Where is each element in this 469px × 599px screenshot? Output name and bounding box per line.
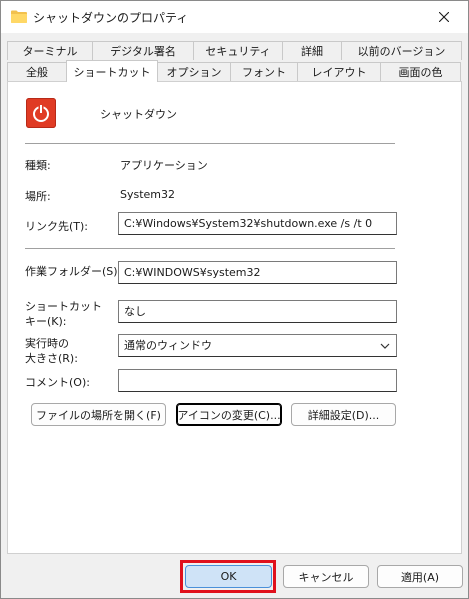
open-file-location-button[interactable]: ファイルの場所を開く(F) [31, 403, 166, 426]
advanced-button[interactable]: 詳細設定(D)... [291, 403, 396, 426]
shortcut-name: シャットダウン [100, 108, 177, 121]
power-icon [26, 98, 56, 128]
target-input[interactable]: C:¥Windows¥System32¥shutdown.exe /s /t 0 [118, 212, 397, 235]
tab-digital-signature[interactable]: デジタル署名 [92, 41, 194, 60]
tab-options[interactable]: オプション [157, 62, 231, 81]
tab-label: 画面の色 [398, 66, 443, 79]
type-label: 種類: [25, 159, 51, 172]
tab-general[interactable]: 全般 [7, 62, 67, 81]
apply-button[interactable]: 適用(A) [377, 565, 463, 588]
hotkey-input[interactable]: なし [118, 300, 397, 323]
tab-row-2: 全般 ショートカット オプション フォント レイアウト 画面の色 [7, 60, 461, 82]
run-select[interactable]: 通常のウィンドウ [118, 334, 397, 357]
ok-highlight-box [180, 560, 276, 593]
tab-label: デジタル署名 [110, 45, 176, 58]
tab-label: 以前のバージョン [357, 45, 446, 58]
tab-label: オプション [166, 66, 222, 79]
tab-shortcut[interactable]: ショートカット [66, 60, 158, 82]
comment-label: コメント(O): [25, 376, 90, 389]
tab-label: レイアウト [311, 66, 367, 79]
separator [25, 143, 395, 144]
start-in-input[interactable]: C:¥WINDOWS¥system32 [118, 261, 397, 284]
tab-screen-colors[interactable]: 画面の色 [380, 62, 461, 81]
change-icon-button[interactable]: アイコンの変更(C)... [176, 403, 282, 426]
tab-label: ショートカット [73, 65, 151, 79]
close-button[interactable] [421, 1, 467, 33]
tab-previous-versions[interactable]: 以前のバージョン [341, 41, 462, 60]
run-label-line2: 大きさ(R): [25, 352, 78, 365]
chevron-down-icon [380, 343, 390, 349]
target-label: リンク先(T): [25, 220, 89, 233]
run-label-line1: 実行時の [25, 337, 69, 350]
run-select-value: 通常のウィンドウ [124, 339, 212, 352]
hotkey-label-line2: キー(K): [25, 315, 67, 328]
tab-layout[interactable]: レイアウト [297, 62, 381, 81]
folder-icon [11, 10, 27, 23]
tab-label: セキュリティ [205, 45, 271, 58]
tab-details[interactable]: 詳細 [282, 41, 342, 60]
type-value: アプリケーション [120, 159, 208, 172]
location-label: 場所: [25, 190, 51, 203]
title-bar: シャットダウンのプロパティ [1, 1, 468, 33]
close-icon [439, 12, 449, 22]
window-title: シャットダウンのプロパティ [33, 11, 189, 25]
power-symbol-icon [33, 105, 49, 122]
tab-label: ターミナル [22, 45, 78, 58]
tab-terminal[interactable]: ターミナル [7, 41, 93, 60]
hotkey-label-line1: ショートカット [25, 300, 102, 313]
tab-label: 全般 [26, 66, 48, 79]
start-in-label: 作業フォルダー(S): [25, 265, 122, 278]
tab-row-1: ターミナル デジタル署名 セキュリティ 詳細 以前のバージョン [7, 41, 462, 60]
location-value: System32 [120, 188, 176, 201]
cancel-button[interactable]: キャンセル [283, 565, 369, 588]
tab-security[interactable]: セキュリティ [193, 41, 283, 60]
tab-label: 詳細 [301, 45, 323, 58]
comment-input[interactable] [118, 369, 397, 392]
tab-font[interactable]: フォント [230, 62, 298, 81]
tab-label: フォント [242, 66, 286, 79]
separator [25, 248, 395, 249]
properties-dialog: シャットダウンのプロパティ ターミナル デジタル署名 セキュリティ 詳細 以前の… [0, 0, 469, 599]
